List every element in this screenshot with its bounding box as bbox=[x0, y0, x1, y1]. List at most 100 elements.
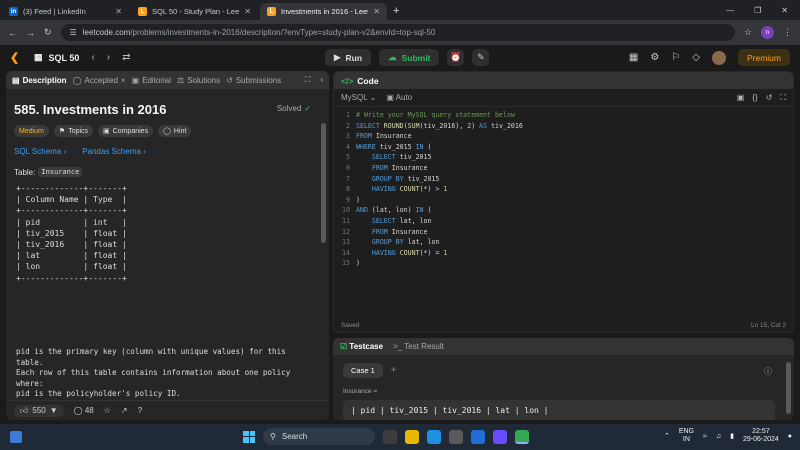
chrome-icon[interactable] bbox=[515, 429, 529, 444]
next-problem-icon[interactable]: › bbox=[107, 52, 110, 63]
line-number: 4 bbox=[346, 142, 350, 151]
profile-avatar[interactable]: n bbox=[761, 26, 774, 39]
thumbs-down-icon[interactable]: ▼ bbox=[50, 406, 58, 415]
hint-chip[interactable]: ◯ Hint bbox=[158, 125, 192, 137]
close-tab-icon[interactable]: × bbox=[121, 76, 126, 85]
browser-tab[interactable]: L SQL 50 - Study Plan - LeetCode ✕ bbox=[131, 3, 258, 20]
submit-button[interactable]: ☁ Submit bbox=[379, 49, 440, 66]
close-window-icon[interactable]: ✕ bbox=[781, 6, 788, 15]
leetcode-logo-icon[interactable]: ❮ bbox=[10, 51, 24, 65]
problem-list-button[interactable]: ▦ SQL 50 bbox=[34, 52, 79, 63]
tab-submissions[interactable]: ↺ Submissions bbox=[226, 76, 281, 85]
help-icon[interactable]: ? bbox=[138, 406, 142, 415]
store-icon[interactable] bbox=[449, 429, 463, 444]
settings-icon[interactable]: ⚙ bbox=[650, 52, 659, 63]
run-button[interactable]: ▶ Run bbox=[325, 49, 372, 66]
favorite-star-icon[interactable]: ☆ bbox=[104, 406, 111, 415]
task-view-icon[interactable] bbox=[383, 429, 397, 444]
share-icon[interactable]: ↗ bbox=[121, 406, 128, 415]
pandas-schema-link[interactable]: Pandas Schema › bbox=[82, 147, 146, 156]
windows-start-icon[interactable] bbox=[243, 430, 255, 443]
app-icon[interactable] bbox=[471, 429, 485, 444]
info-icon[interactable]: ⓘ bbox=[764, 366, 772, 377]
clock[interactable]: 22:57 29-06-2024 bbox=[743, 428, 779, 444]
code-token: SELECT bbox=[371, 153, 396, 162]
code-editor[interactable]: 1 # Write your MySQL query statement belo… bbox=[334, 110, 793, 269]
notification-center-icon[interactable]: ● bbox=[788, 433, 792, 440]
back-icon[interactable]: ← bbox=[8, 28, 17, 38]
comments-button[interactable]: ◯ 48 bbox=[74, 406, 94, 415]
format-braces-icon[interactable]: {} bbox=[752, 93, 757, 103]
tab-accepted[interactable]: ◯ Accepted × bbox=[73, 76, 126, 85]
like-button[interactable]: 👍︎ 550 ▼ bbox=[14, 404, 64, 417]
forward-icon[interactable]: → bbox=[26, 28, 35, 38]
prev-problem-icon[interactable]: ‹ bbox=[91, 52, 94, 63]
language-select[interactable]: MySQL ⌄ bbox=[341, 93, 376, 102]
volume-icon[interactable]: ♫ bbox=[716, 433, 721, 440]
solved-status: Solved ✓ bbox=[277, 104, 311, 113]
new-tab-button[interactable]: + bbox=[393, 5, 399, 20]
companies-chip[interactable]: ▣ Companies bbox=[98, 125, 154, 137]
fullscreen-icon[interactable]: ⛶ bbox=[780, 93, 786, 103]
case-1-button[interactable]: Case 1 bbox=[343, 363, 383, 378]
expand-icon[interactable]: ⛶ bbox=[305, 75, 311, 85]
browser-tab[interactable]: L Investments in 2016 - LeetCode ✕ bbox=[260, 3, 387, 20]
table-label: Table: bbox=[14, 167, 36, 177]
battery-icon[interactable]: ▮ bbox=[730, 432, 734, 440]
maximize-icon[interactable]: ❐ bbox=[754, 6, 761, 15]
line-number: 2 bbox=[346, 121, 350, 130]
tab-editorial[interactable]: ▣ Editorial bbox=[132, 76, 171, 85]
app-icon[interactable] bbox=[493, 429, 507, 444]
tab-description[interactable]: ▤ Description bbox=[12, 76, 67, 85]
minimize-icon[interactable]: — bbox=[726, 6, 734, 15]
chevron-up-icon[interactable]: ⌃ bbox=[664, 432, 670, 440]
bookmark-star-icon[interactable]: ☆ bbox=[744, 27, 752, 38]
browser-menu-icon[interactable]: ⋮ bbox=[783, 27, 792, 38]
sql-schema-link[interactable]: SQL Schema › bbox=[14, 147, 66, 156]
shuffle-icon[interactable]: ⇄ bbox=[122, 52, 130, 63]
reset-icon[interactable]: ↺ bbox=[766, 93, 773, 103]
file-explorer-icon[interactable] bbox=[405, 429, 419, 444]
code-token: COUNT bbox=[399, 248, 420, 257]
tab-solutions[interactable]: ⚖ Solutions bbox=[177, 76, 220, 85]
topics-chip[interactable]: ⚑ Topics bbox=[53, 125, 94, 137]
layout-icon[interactable]: ▦ bbox=[629, 52, 638, 63]
notes-icon[interactable]: ✎ bbox=[472, 49, 490, 66]
bookmark-icon[interactable]: ▣ bbox=[737, 93, 745, 103]
notifications-icon[interactable]: ⚐ bbox=[671, 52, 680, 63]
user-avatar[interactable] bbox=[711, 50, 726, 65]
site-info-icon[interactable]: ☰ bbox=[70, 28, 77, 37]
taskbar-search[interactable]: ⚲ Search bbox=[263, 428, 375, 445]
language-indicator[interactable]: ENG IN bbox=[679, 428, 694, 444]
edge-icon[interactable] bbox=[427, 429, 441, 444]
auto-mode-toggle[interactable]: ▣ Auto bbox=[386, 93, 412, 102]
url-field[interactable]: ☰ leetcode.com/problems/investments-in-2… bbox=[60, 24, 735, 41]
code-line: 15) bbox=[334, 258, 793, 269]
widgets-icon[interactable] bbox=[10, 431, 22, 443]
line-number: 10 bbox=[342, 206, 350, 215]
streak-icon[interactable]: ◇ bbox=[692, 52, 700, 63]
close-tab-icon[interactable]: ✕ bbox=[115, 7, 122, 16]
timer-icon[interactable]: ⏰ bbox=[447, 49, 465, 66]
testcase-scrollbar[interactable] bbox=[786, 362, 791, 414]
reload-icon[interactable]: ↻ bbox=[44, 27, 52, 38]
code-token: Insurance bbox=[387, 163, 428, 172]
browser-tab[interactable]: in (3) Feed | LinkedIn ✕ bbox=[2, 3, 129, 20]
save-status: Saved bbox=[341, 321, 360, 329]
tab-test-result[interactable]: >_ Test Result bbox=[393, 342, 444, 351]
history-icon: ↺ bbox=[226, 75, 233, 85]
tab-testcase[interactable]: ☑ Testcase bbox=[340, 342, 383, 351]
code-token: ) bbox=[356, 259, 360, 268]
collapse-icon[interactable]: ‹ bbox=[320, 75, 323, 85]
wifi-icon[interactable]: ≈ bbox=[703, 433, 707, 440]
line-number: 6 bbox=[346, 163, 350, 172]
close-tab-icon[interactable]: ✕ bbox=[373, 7, 380, 16]
code-token: ( bbox=[423, 206, 432, 215]
problem-scrollbar[interactable] bbox=[321, 123, 326, 243]
leetcode-icon: L bbox=[138, 7, 147, 16]
add-case-icon[interactable]: + bbox=[391, 365, 397, 376]
close-tab-icon[interactable]: ✕ bbox=[244, 7, 251, 16]
testcase-input[interactable]: | pid | tiv_2015 | tiv_2016 | lat | lon … bbox=[343, 400, 775, 420]
premium-button[interactable]: Premium bbox=[737, 49, 790, 66]
